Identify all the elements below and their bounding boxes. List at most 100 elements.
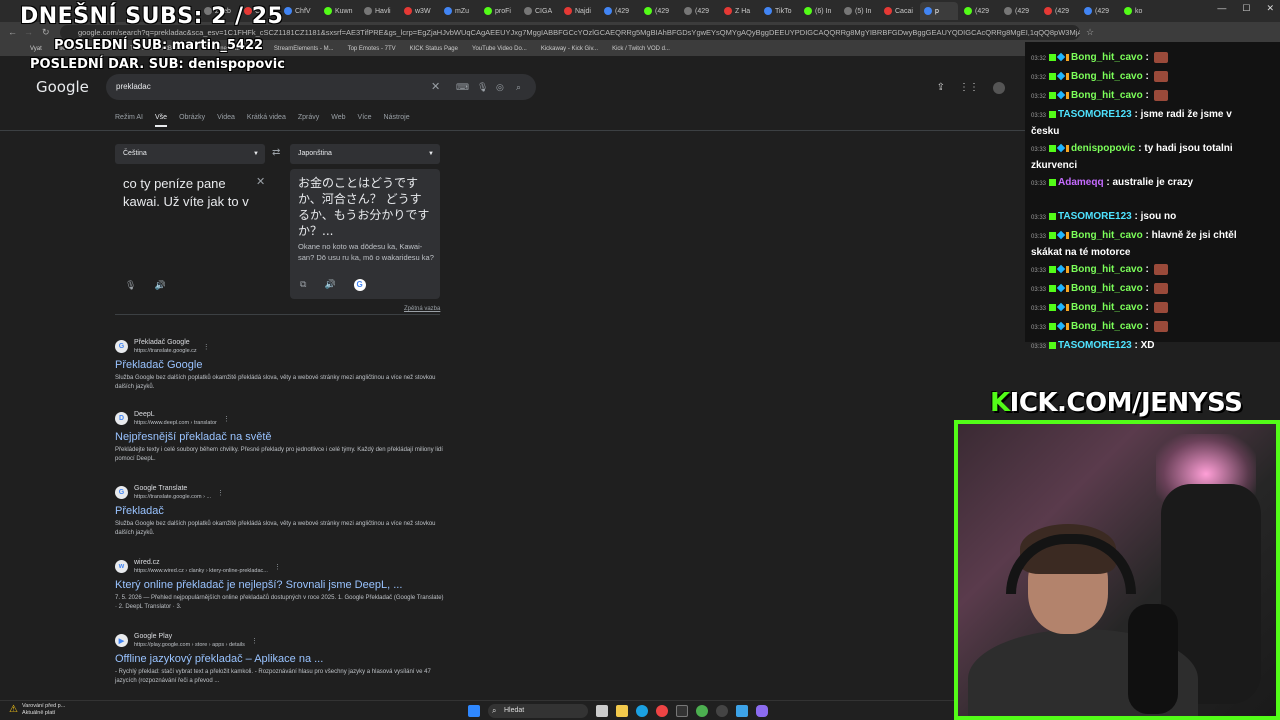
chrome-icon[interactable] <box>656 705 668 717</box>
google-logo[interactable]: Google <box>36 78 89 96</box>
file-explorer-icon[interactable] <box>616 705 628 717</box>
browser-tab[interactable]: mZu <box>440 2 478 20</box>
edge-icon[interactable] <box>636 705 648 717</box>
search-tab[interactable]: Videa <box>217 114 235 127</box>
target-language-select[interactable]: Japonština ▼ <box>290 144 440 164</box>
discord-icon[interactable] <box>756 705 768 717</box>
result-title-link[interactable]: Překladač <box>115 505 445 517</box>
search-icon[interactable]: ⌕ <box>516 74 521 100</box>
speaker-icon[interactable]: 🔊 <box>154 280 165 291</box>
browser-tab[interactable]: Havli <box>360 2 398 20</box>
browser-tab[interactable]: (429 <box>680 2 718 20</box>
search-tab[interactable]: Krátká videa <box>247 114 286 127</box>
bookmark-star-icon[interactable]: ☆ <box>1086 27 1094 38</box>
close-icon[interactable]: ✕ <box>1266 3 1274 14</box>
chat-username[interactable]: Bong_hit_cavo <box>1071 52 1143 63</box>
mic-icon[interactable]: 🎙 <box>125 280 136 291</box>
browser-tab[interactable]: proFi <box>480 2 518 20</box>
browser-tab[interactable]: Cacai <box>880 2 918 20</box>
chat-username[interactable]: Bong_hit_cavo <box>1071 302 1143 313</box>
more-options-icon[interactable]: ⋮ <box>274 563 281 571</box>
chat-username[interactable]: Bong_hit_cavo <box>1071 230 1143 241</box>
chat-username[interactable]: denispopovic <box>1071 143 1135 154</box>
result-header[interactable]: ▶ Google Play https://play.google.com › st… <box>115 632 445 649</box>
source-text-input[interactable]: co ty peníze pane kawai. Už víte jak to … <box>123 175 258 211</box>
result-header[interactable]: w wired.cz https://www.wired.cz › clanky ›… <box>115 558 445 575</box>
search-input[interactable]: prekladac ✕ ⌨ 🎙 ◎ ⌕ <box>106 74 536 100</box>
minimize-icon[interactable]: — <box>1217 3 1226 14</box>
obs-icon[interactable] <box>716 705 728 717</box>
more-options-icon[interactable]: ⋮ <box>223 415 230 423</box>
bookmark-item[interactable]: Vyat <box>30 46 42 52</box>
speaker-icon[interactable]: 🔊 <box>324 279 335 291</box>
avatar[interactable] <box>993 82 1005 94</box>
result-title-link[interactable]: Překladač Google <box>115 359 445 371</box>
result-header[interactable]: G Překladač Google https://translate.googl… <box>115 338 445 355</box>
browser-tab[interactable]: (429 <box>600 2 638 20</box>
search-tab[interactable]: Nástroje <box>384 114 410 127</box>
browser-tab[interactable]: ko <box>1120 2 1158 20</box>
chat-username[interactable]: TASOMORE123 <box>1058 340 1132 351</box>
taskbar-search[interactable]: ⌕ Hledat <box>488 704 588 718</box>
bookmark-item[interactable]: Top Emotes - 7TV <box>348 46 396 52</box>
browser-tab[interactable]: Z Ha <box>720 2 758 20</box>
result-title-link[interactable]: Offline jazykový překladač – Aplikace na… <box>115 653 445 665</box>
browser-tab[interactable]: w3W <box>400 2 438 20</box>
browser-tab[interactable]: (429 <box>1000 2 1038 20</box>
browser-tab[interactable]: TikTo <box>760 2 798 20</box>
chat-username[interactable]: TASOMORE123 <box>1058 211 1132 222</box>
result-title-link[interactable]: Který online překladač je nejlepší? Srov… <box>115 579 445 591</box>
start-icon[interactable] <box>468 705 480 717</box>
source-language-select[interactable]: Čeština ▼ <box>115 144 265 164</box>
chat-username[interactable]: Bong_hit_cavo <box>1071 264 1143 275</box>
bookmark-item[interactable]: YouTube Video Do... <box>472 46 527 52</box>
share-icon[interactable]: ⇪ <box>937 82 945 94</box>
chat-username[interactable]: Adameqq <box>1058 177 1104 188</box>
bookmark-item[interactable]: KICK Status Page <box>410 46 458 52</box>
search-tab[interactable]: Vše <box>155 114 168 127</box>
more-options-icon[interactable]: ⋮ <box>251 637 258 645</box>
task-view-icon[interactable] <box>596 705 608 717</box>
feedback-link[interactable]: Zpětná vazba <box>404 306 440 312</box>
browser-tab[interactable]: (429 <box>640 2 678 20</box>
chat-username[interactable]: Bong_hit_cavo <box>1071 283 1143 294</box>
more-options-icon[interactable]: ⋮ <box>217 489 224 497</box>
browser-tab[interactable]: (6) In <box>800 2 838 20</box>
browser-tab[interactable]: Najdi <box>560 2 598 20</box>
browser-tab[interactable]: p <box>920 2 958 20</box>
copy-icon[interactable]: ⧉ <box>300 279 306 291</box>
chat-username[interactable]: TASOMORE123 <box>1058 109 1132 120</box>
mic-icon[interactable]: 🎙 <box>477 74 488 100</box>
more-options-icon[interactable]: ⋮ <box>203 343 210 351</box>
weather-warning[interactable]: Varování před p... Aktuálně platí <box>22 703 65 717</box>
bookmark-item[interactable]: Kickaway - Kick Giv... <box>541 46 598 52</box>
browser-tab[interactable]: CIGA <box>520 2 558 20</box>
browser-tab[interactable]: (5) In <box>840 2 878 20</box>
browser-tab[interactable]: Kuwn <box>320 2 358 20</box>
google-g-icon[interactable]: G <box>353 279 366 291</box>
clear-icon[interactable]: ✕ <box>431 74 440 100</box>
notes-icon[interactable] <box>736 705 748 717</box>
browser-tab[interactable]: (429 <box>1040 2 1078 20</box>
swap-languages-icon[interactable]: ⇄ <box>272 147 280 158</box>
search-tab[interactable]: Web <box>331 114 345 127</box>
maximize-icon[interactable]: ☐ <box>1242 3 1250 14</box>
clear-source-icon[interactable]: ✕ <box>256 175 265 188</box>
chat-username[interactable]: Bong_hit_cavo <box>1071 71 1143 82</box>
chat-username[interactable]: Bong_hit_cavo <box>1071 90 1143 101</box>
lens-icon[interactable]: ◎ <box>496 74 504 100</box>
back-icon[interactable]: ← <box>8 27 17 37</box>
browser-tab[interactable]: (429 <box>1080 2 1118 20</box>
keyboard-icon[interactable]: ⌨ <box>456 74 469 100</box>
result-header[interactable]: D DeepL https://www.deepl.com › translator… <box>115 410 445 427</box>
search-tab[interactable]: Zprávy <box>298 114 319 127</box>
result-title-link[interactable]: Nejpřesnější překladač na světě <box>115 431 445 443</box>
search-tab[interactable]: Obrázky <box>179 114 205 127</box>
chat-username[interactable]: Bong_hit_cavo <box>1071 321 1143 332</box>
chrome-active-icon[interactable] <box>696 705 708 717</box>
bookmark-item[interactable]: Kick / Twitch VOD d... <box>612 46 670 52</box>
browser-tab[interactable]: ChfV <box>280 2 318 20</box>
search-tab[interactable]: Více <box>358 114 372 127</box>
browser-tab[interactable]: (429 <box>960 2 998 20</box>
search-tab[interactable]: Režim AI <box>115 114 143 127</box>
